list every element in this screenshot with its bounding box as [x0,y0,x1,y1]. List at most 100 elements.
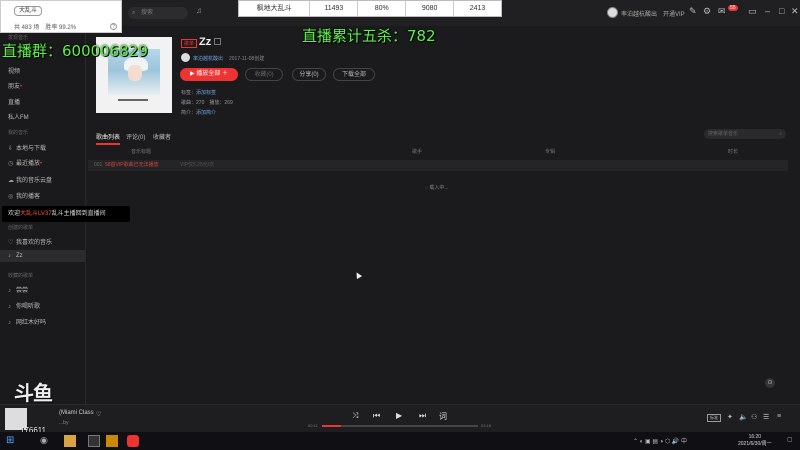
back-to-top-icon[interactable]: ⊙ [765,378,775,388]
sidebar-item-friends[interactable]: 朋友• [8,81,22,90]
add-tags-link[interactable]: 添加标签 [196,90,216,96]
share-button[interactable]: 分享(0) [292,68,326,81]
sidebar-item-label: 本地与下载 [16,146,47,152]
previous-icon[interactable]: ⏮ [373,411,380,421]
search-input[interactable]: ⌕ 搜索 [128,7,188,19]
podcast-icon: ◎ [8,194,14,200]
intro-row: 简介：添加简介 [181,110,217,116]
user-name[interactable]: 率泊越杭酸出 [621,9,657,18]
column-duration[interactable]: 时长 [728,148,738,155]
group-number-overlay: 直播群：600006829 [2,42,148,60]
tray-icons[interactable]: ⌃ ◐ ▣ ▤ ◑ ⬡ 🔊 中 [633,436,687,445]
gear-icon[interactable]: ⚙ [703,6,711,17]
avatar[interactable] [607,7,618,18]
microphone-icon[interactable]: ♫ [196,6,204,18]
created-date: 2017-11-08创建 [229,56,265,62]
help-icon: ? [110,23,117,30]
table-row[interactable]: 001 58首VIP歌曲已无法播放 VIP仅5.25元/次 [88,160,788,171]
column-artist[interactable]: 歌手 [412,148,422,155]
play-icon[interactable]: ▶ [396,411,402,420]
sidebar-item-zz[interactable]: ♪ Zz [0,250,85,262]
notification-icon[interactable]: ▢ [787,436,793,443]
lyrics-icon[interactable]: 词 [439,411,447,422]
vip-link[interactable]: 开通VIP [663,9,685,18]
playlist-icon: ♪ [8,304,11,310]
cloud-icon: ☁ [8,178,14,184]
folder-icon[interactable] [64,435,76,447]
sidebar-item-collected-3[interactable]: ♪ 网红木好吗 [8,317,46,326]
close-icon[interactable]: ✕ [791,6,799,17]
row-title: 58首VIP歌曲已无法播放 [105,162,159,168]
quality-button[interactable]: 标准 [707,414,721,422]
mail-badge: 55 [728,5,738,11]
progress-bar[interactable] [322,425,478,427]
download-all-button[interactable]: 下载全部 [333,68,375,81]
effects-icon[interactable]: ✦ [727,413,733,421]
skin-icon[interactable]: ✎ [689,6,697,17]
volume-icon[interactable]: 🔈 [739,413,748,421]
collect-button[interactable]: 收藏(0) [245,68,283,81]
time-current: 00:11 [308,423,318,428]
sidebar-item-live[interactable]: 直播 [8,97,20,106]
edit-icon[interactable] [214,38,221,45]
sidebar-item-recent[interactable]: ◷ 最近播放• [8,158,42,167]
mini-mode-icon[interactable]: ▭ [748,6,757,17]
creator-avatar[interactable] [181,53,190,62]
taskbar-clock[interactable]: 16:20 2021/6/30/周一 [738,434,772,448]
tab-comments[interactable]: 评论(0) [126,132,145,141]
tab-collectors[interactable]: 收藏者 [153,132,171,141]
sidebar-item-collected-2[interactable]: ♪ 你喝听歌 [8,301,40,310]
sidebar-heading-mine: 我的音乐 [8,130,29,136]
minimize-icon[interactable]: – [765,6,770,16]
sidebar-item-label: 我的播客 [16,194,41,200]
share-label: 分享(0) [299,72,319,78]
creator-name[interactable]: 率泊越杭酸出 [193,55,223,62]
netease-music-icon[interactable] [127,435,139,447]
sidebar-item-collected-1[interactable]: ♪ 尝尝 [8,285,28,294]
playlist-queue-icon[interactable]: ☰ [763,413,769,421]
sidebar-item-label: 网红木好吗 [16,320,47,326]
play-all-button[interactable]: ▶ 播放全部 ＋ [180,68,238,81]
now-playing-artist[interactable]: ...by [59,420,68,426]
loading-indicator: ◌ 载入中... [425,185,449,191]
column-album[interactable]: 专辑 [545,148,555,155]
browser-icon[interactable]: ◉ [40,435,52,447]
sidebar-item-local[interactable]: ⇩ 本地与下载 [8,143,46,152]
add-intro-link[interactable]: 添加简介 [196,110,216,116]
sidebar-item-cloud[interactable]: ☁ 我的音乐云盘 [8,175,52,184]
rank-stats: 共 483 场 胜率 99.2% [14,25,77,31]
like-icon[interactable]: ♡ [96,411,101,418]
sidebar-item-liked[interactable]: ♡ 我喜欢的音乐 [8,237,52,246]
page-title: Zz [199,36,212,48]
tab-song-list[interactable]: 歌曲列表 [96,132,121,145]
stats-row: 歌曲：270 播放：269 [181,100,233,106]
sidebar-item-video[interactable]: 视频 [8,66,20,75]
game-stat: 11493 [310,1,359,16]
playlist-search-input[interactable]: 搜索歌单音乐 ⌕ [704,129,786,139]
mouse-cursor-icon [353,270,363,280]
game-stat: 2413 [469,5,486,12]
sidebar-item-podcast[interactable]: ◎ 我的播客 [8,191,40,200]
song-count: 270 [196,100,205,106]
play-count: 269 [224,100,233,106]
now-playing-title[interactable]: (Miami Class [59,410,94,416]
sidebar-heading-collected: 收藏的歌单 [8,273,34,279]
mail-icon[interactable]: ✉ [718,6,726,17]
playlist-icon: ♪ [8,320,11,326]
start-icon[interactable]: ⊞ [6,435,18,447]
search-icon: ⌕ [779,131,782,137]
queue-count-icon[interactable]: ≡ [777,413,781,420]
collect-label: 收藏(0) [254,72,274,78]
next-icon[interactable]: ⏭ [419,411,426,421]
sidebar-item-fm[interactable]: 私人FM [8,112,29,121]
listen-together-icon[interactable]: ⚇ [751,413,757,421]
column-title[interactable]: 音乐标题 [131,148,151,155]
maximize-icon[interactable]: □ [779,6,784,16]
shuffle-icon[interactable]: ⤨ [352,411,358,421]
sidebar-item-label: 我的音乐云盘 [16,178,53,184]
play-all-label: 播放全部 [196,71,221,77]
game-stat: 9080 [406,1,455,16]
app-icon-2[interactable] [106,435,118,447]
playlist-icon: ♪ [8,288,11,294]
app-icon[interactable] [88,435,100,447]
